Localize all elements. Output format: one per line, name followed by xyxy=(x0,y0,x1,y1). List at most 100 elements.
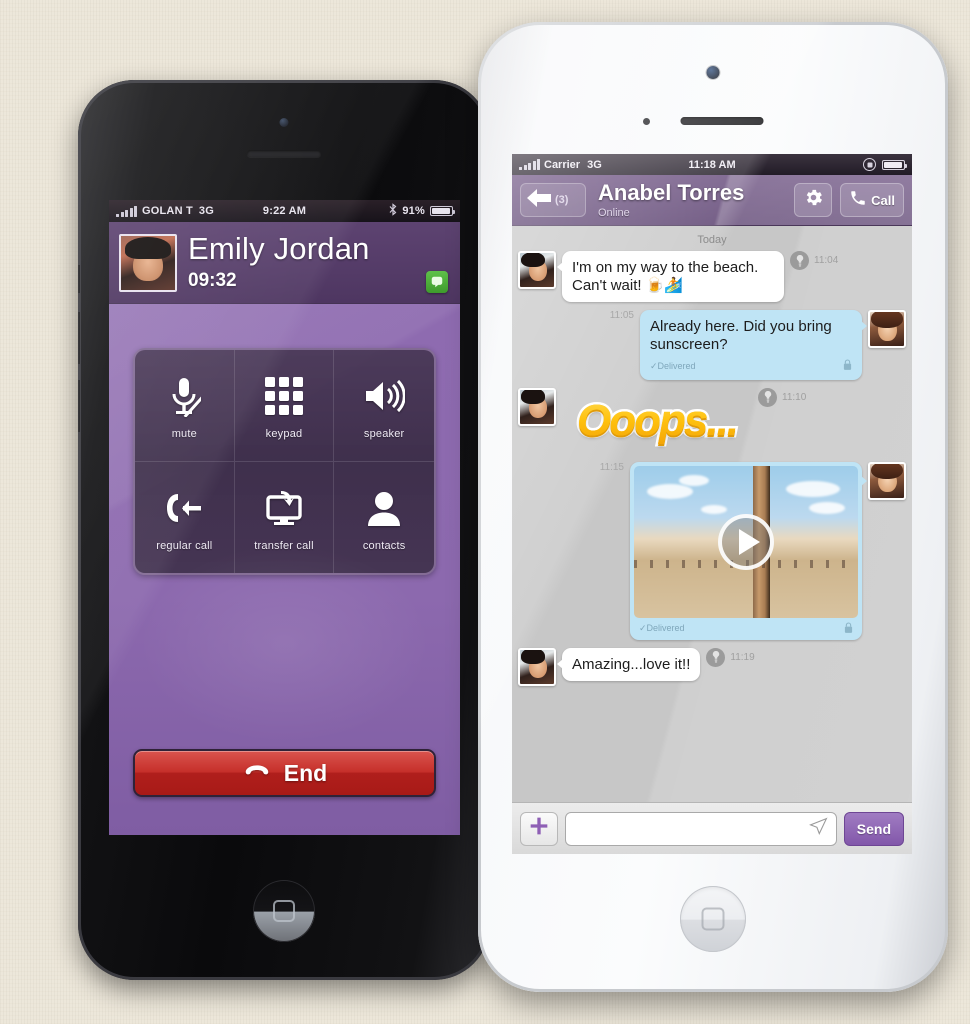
video-message-bubble[interactable]: ✓Delivered xyxy=(630,461,867,640)
call-control-label: transfer call xyxy=(254,539,314,552)
message-row-incoming-text[interactable]: Amazing...love it!! 11:19 xyxy=(518,647,906,686)
send-button[interactable]: Send xyxy=(843,811,904,846)
chat-title-block[interactable]: Anabel Torres Online xyxy=(594,179,786,219)
speaker-icon xyxy=(363,371,406,421)
earpiece-speaker xyxy=(680,117,764,125)
front-camera xyxy=(279,118,289,127)
chat-settings-button[interactable] xyxy=(794,183,833,217)
mute-switch[interactable] xyxy=(78,265,80,293)
message-time: 11:19 xyxy=(730,651,755,663)
left-status-bar: GOLAN T 3G 9:22 AM 91% xyxy=(109,200,460,222)
send-location-icon[interactable] xyxy=(808,817,828,841)
call-control-transfer-call[interactable]: transfer call xyxy=(235,461,335,573)
back-arrow-icon xyxy=(527,188,551,212)
call-control-label: contacts xyxy=(362,539,406,552)
message-composer-bar: Send xyxy=(512,802,912,854)
anabel-avatar xyxy=(518,647,556,686)
call-control-mute[interactable]: mute xyxy=(135,350,235,462)
cloud-shape xyxy=(647,484,694,500)
message-bubble[interactable]: Already here. Did you bring sunscreen? ✓… xyxy=(640,310,867,380)
mute-switch[interactable] xyxy=(478,218,480,248)
battery-icon xyxy=(882,159,907,170)
call-control-regular-call[interactable]: regular call xyxy=(135,461,235,573)
white-iphone-device: Carrier 3G 11:18 AM (3) Anabel Torres On… xyxy=(478,22,948,992)
message-row-incoming-sticker[interactable]: Ooops... Ooops... 11:10 xyxy=(518,387,906,454)
message-row-incoming-text[interactable]: I'm on my way to the beach. Can't wait! … xyxy=(518,251,906,302)
lamp-icon[interactable] xyxy=(706,647,726,667)
attachment-add-button[interactable] xyxy=(520,811,558,846)
person-icon xyxy=(367,483,401,533)
message-row-outgoing-video[interactable]: 11:15 ✓Delivered xyxy=(518,461,906,640)
black-phone-screen: GOLAN T 3G 9:22 AM 91% Emily Jordan 09:3… xyxy=(109,200,460,835)
chat-message-list[interactable]: Today I'm on my way to the beach. Can't … xyxy=(512,226,912,802)
message-bubble[interactable]: Amazing...love it!! xyxy=(556,647,701,681)
call-controls-area: mute keypad speaker regular call transfe… xyxy=(109,304,460,835)
bluetooth-icon xyxy=(389,203,397,219)
anabel-avatar xyxy=(518,387,556,426)
phone-icon xyxy=(849,189,867,212)
volume-down-button[interactable] xyxy=(78,380,80,432)
volume-up-button[interactable] xyxy=(78,312,80,364)
day-separator: Today xyxy=(697,234,727,246)
message-meta: 11:15 xyxy=(600,462,624,473)
call-control-contacts[interactable]: contacts xyxy=(334,462,434,574)
volume-up-button[interactable] xyxy=(478,270,480,325)
call-controls-grid: mute keypad speaker regular call transfe… xyxy=(133,348,436,575)
front-camera xyxy=(706,66,720,79)
cloud-shape xyxy=(808,502,845,515)
transfer-monitor-icon xyxy=(264,483,304,533)
voice-call-label: Call xyxy=(871,192,895,208)
volume-down-button[interactable] xyxy=(478,342,480,397)
back-unread-count: (3) xyxy=(555,194,569,206)
call-control-keypad[interactable]: keypad xyxy=(234,350,335,462)
sticker-ooops[interactable]: Ooops... Ooops... xyxy=(562,388,752,454)
hangup-icon xyxy=(242,756,272,791)
active-call-header: Emily Jordan 09:32 xyxy=(109,222,460,304)
earpiece-speaker xyxy=(247,150,321,157)
lock-icon xyxy=(844,622,853,635)
rotation-lock-icon xyxy=(863,158,876,171)
message-input[interactable] xyxy=(574,820,828,837)
home-button[interactable] xyxy=(253,880,315,942)
caller-avatar xyxy=(119,233,177,292)
voice-call-button[interactable]: Call xyxy=(840,183,904,217)
network-type-label: 3G xyxy=(198,205,214,217)
delivery-status-row: ✓Delivered xyxy=(634,618,858,640)
signal-bars-icon xyxy=(116,205,137,217)
proximity-sensor xyxy=(642,118,650,125)
chat-contact-name: Anabel Torres xyxy=(598,179,745,205)
status-time: 11:18 AM xyxy=(688,158,736,171)
right-status-bar: Carrier 3G 11:18 AM xyxy=(512,154,912,175)
me-avatar xyxy=(868,461,906,500)
call-control-label: keypad xyxy=(265,427,303,440)
home-button[interactable] xyxy=(680,886,746,952)
call-control-label: mute xyxy=(171,427,197,440)
battery-percent-label: 91% xyxy=(402,205,425,217)
back-button[interactable]: (3) xyxy=(520,183,586,217)
chat-contact-status: Online xyxy=(598,206,630,219)
cloud-shape xyxy=(786,480,841,497)
lamp-icon[interactable] xyxy=(790,251,809,270)
message-input-wrapper[interactable] xyxy=(565,811,837,846)
play-icon[interactable] xyxy=(718,513,774,570)
end-call-label: End xyxy=(283,759,328,786)
status-time: 9:22 AM xyxy=(262,205,307,217)
message-time: 11:05 xyxy=(609,310,634,321)
network-type-label: 3G xyxy=(587,158,602,171)
end-call-button[interactable]: End xyxy=(133,749,436,797)
call-control-speaker[interactable]: speaker xyxy=(334,350,434,462)
phone-arrow-left-icon xyxy=(163,483,205,533)
message-bubble[interactable]: I'm on my way to the beach. Can't wait! … xyxy=(557,251,784,302)
microphone-muted-icon xyxy=(167,371,202,421)
message-meta: 11:19 xyxy=(706,647,755,667)
message-row-outgoing-text[interactable]: 11:05 Already here. Did you bring sunscr… xyxy=(518,310,906,380)
cloud-shape xyxy=(678,474,709,486)
video-thumbnail[interactable] xyxy=(634,465,858,618)
send-button-label: Send xyxy=(856,820,891,837)
lock-icon xyxy=(843,359,852,373)
lamp-icon[interactable] xyxy=(758,387,777,407)
black-iphone-device: GOLAN T 3G 9:22 AM 91% Emily Jordan 09:3… xyxy=(78,80,490,980)
message-time: 11:15 xyxy=(599,461,624,473)
message-time: 11:04 xyxy=(814,255,839,266)
carrier-label: Carrier xyxy=(544,158,581,171)
